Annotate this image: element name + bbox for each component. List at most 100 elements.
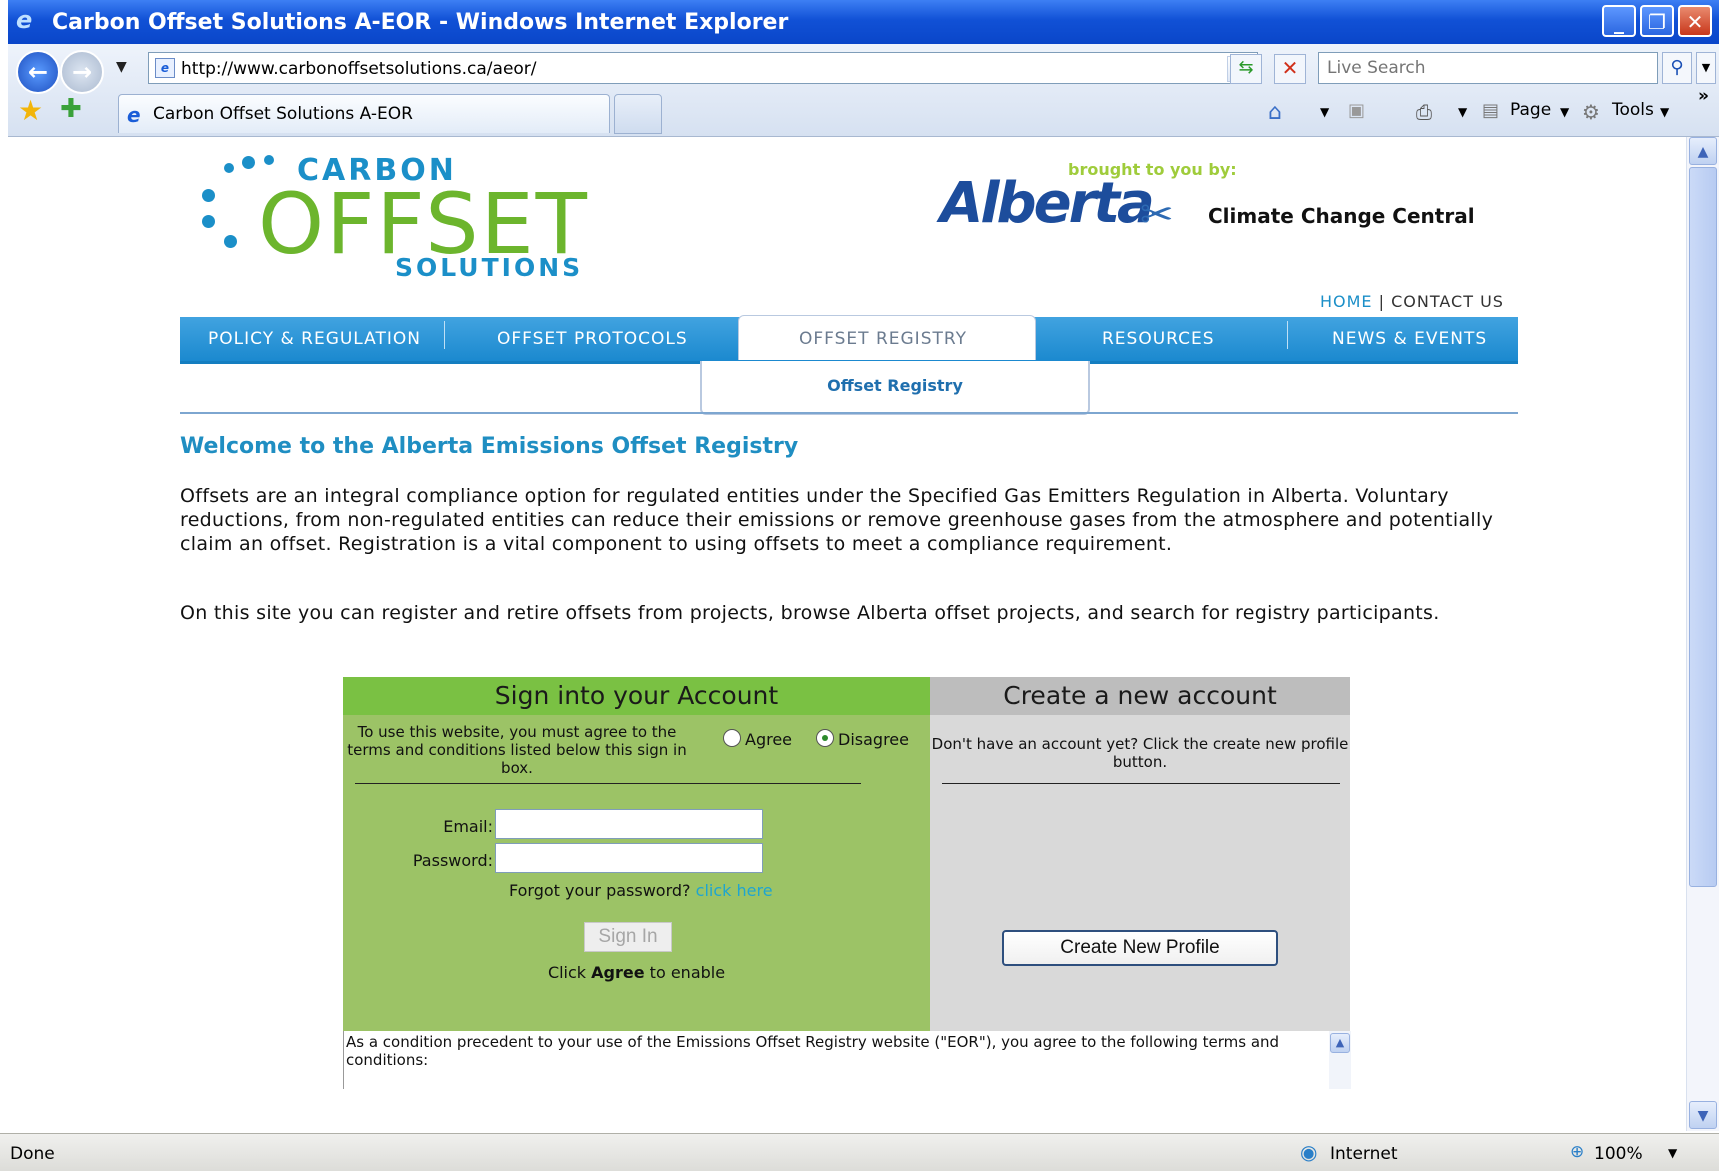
logo-dot-icon [224,235,237,248]
scroll-thumb[interactable] [1689,167,1717,887]
nav-policy-regulation[interactable]: POLICY & REGULATION [208,329,421,349]
page-scrollbar[interactable]: ▲ ▼ [1686,137,1719,1131]
scroll-up-icon[interactable]: ▲ [1689,137,1717,165]
logo-dot-icon [224,163,234,173]
page-title: Welcome to the Alberta Emissions Offset … [180,434,799,459]
feeds-icon[interactable]: ▣ [1348,100,1365,121]
close-button[interactable]: ✕ [1678,5,1712,37]
favorites-star-icon[interactable]: ★ [18,94,43,127]
history-dropdown-icon[interactable]: ▼ [116,59,127,75]
search-input[interactable] [1319,53,1615,83]
page-dropdown-icon[interactable]: ▼ [1560,105,1569,119]
tools-gear-icon[interactable]: ⚙ [1582,100,1600,124]
disagree-radio-circle-icon[interactable] [816,729,834,747]
sign-in-heading: Sign into your Account [343,677,930,715]
top-links: HOME | CONTACT US [1320,292,1504,311]
search-options-dropdown-icon[interactable]: ▼ [1696,52,1716,84]
home-dropdown-icon[interactable]: ▼ [1320,105,1329,119]
alberta-logo[interactable]: Alberta [940,171,1155,236]
password-label: Password: [412,851,493,870]
agree-radio-circle-icon[interactable] [723,729,741,747]
address-bar[interactable]: e http://www.carbonoffsetsolutions.ca/ae… [148,52,1258,84]
new-tab-button[interactable] [614,94,662,134]
stop-button[interactable]: ✕ [1274,54,1306,84]
climate-change-central-icon: ✂ [1140,192,1174,238]
agree-radio[interactable]: Agree [723,729,792,749]
subnav-offset-registry-label: Offset Registry [827,376,963,395]
tools-dropdown-icon[interactable]: ▼ [1660,105,1669,119]
address-url[interactable]: http://www.carbonoffsetsolutions.ca/aeor… [181,59,537,79]
tools-menu[interactable]: Tools [1612,100,1654,120]
sign-in-button[interactable]: Sign In [584,922,672,952]
logo-dot-icon [202,215,215,228]
scroll-down-icon[interactable]: ▼ [1689,1101,1717,1129]
sign-in-panel: Sign into your Account To use this websi… [343,677,930,1031]
intro-paragraph: Offsets are an integral compliance optio… [180,485,1494,555]
email-label: Email: [443,817,493,836]
enable-hint-agree: Agree [591,963,645,982]
zoom-dropdown-icon[interactable]: ▼ [1668,1146,1677,1160]
nav-news-events[interactable]: NEWS & EVENTS [1332,329,1487,349]
window-title: Carbon Offset Solutions A-EOR - Windows … [52,10,789,35]
sign-in-divider [355,783,861,784]
ie-logo-icon: e [16,6,33,34]
back-button[interactable]: ← [16,50,60,94]
add-favorites-icon[interactable]: ✚ [60,94,82,124]
terms-scroll-up-icon[interactable]: ▲ [1330,1033,1350,1053]
security-zone: Internet [1330,1144,1398,1164]
browser-tab-active[interactable]: e Carbon Offset Solutions A-EOR [118,94,610,133]
password-field[interactable] [495,843,763,873]
enable-hint: Click Agree to enable [343,963,930,982]
zoom-icon: ⊕ [1570,1142,1585,1162]
create-account-heading: Create a new account [930,677,1350,715]
browser-window: e Carbon Offset Solutions A-EOR - Window… [0,0,1719,1171]
enable-hint-post: to enable [644,963,726,982]
terms-box[interactable]: As a condition precedent to your use of … [343,1031,1351,1089]
page-menu-icon[interactable]: ▤ [1482,100,1499,121]
home-link[interactable]: HOME [1320,292,1373,311]
logo-dot-icon [242,156,255,169]
status-bar: Done ◉ Internet ⊕ 100% ▼ [0,1133,1719,1171]
browser-toolbar: ← → ▼ e http://www.carbonoffsetsolutions… [8,44,1719,137]
status-text: Done [10,1144,55,1164]
email-field[interactable] [495,809,763,839]
nav-resources[interactable]: RESOURCES [1102,329,1215,349]
print-icon[interactable]: ⎙ [1416,100,1432,124]
forgot-password: Forgot your password? click here [509,881,773,900]
carbon-offset-logo[interactable]: CARBON OFFSET SOLUTIONS [190,153,590,283]
print-dropdown-icon[interactable]: ▼ [1458,105,1467,119]
climate-change-central-logo[interactable]: Climate Change Central [1208,204,1475,228]
zoom-level[interactable]: 100% [1594,1144,1643,1164]
terms-text: As a condition precedent to your use of … [346,1033,1280,1069]
search-icon[interactable]: ⚲ [1662,52,1692,84]
create-account-panel: Create a new account Don't have an accou… [930,677,1350,1031]
restore-button[interactable]: ❐ [1640,5,1674,37]
nav-offset-registry[interactable]: OFFSET REGISTRY [738,315,1036,360]
nav-offset-protocols[interactable]: OFFSET PROTOCOLS [497,329,688,349]
forward-button[interactable]: → [60,50,104,94]
enable-hint-pre: Click [547,963,592,982]
terms-scrollbar[interactable]: ▲ [1329,1031,1351,1089]
title-bar: e Carbon Offset Solutions A-EOR - Window… [8,0,1719,44]
account-panel: Sign into your Account To use this websi… [343,677,1350,1031]
subnav-divider [180,412,1518,414]
click-here-link[interactable]: click here [696,881,773,900]
disagree-label: Disagree [838,730,909,749]
nav-separator [1287,321,1288,349]
search-box[interactable] [1318,52,1658,84]
agree-label: Agree [745,730,793,749]
logo-solutions-text: SOLUTIONS [395,253,584,282]
page-content: CARBON OFFSET SOLUTIONS brought to you b… [10,137,1686,1131]
main-navigation: POLICY & REGULATION OFFSET PROTOCOLS OFF… [180,315,1518,364]
more-commands-chevron-icon[interactable]: » [1698,86,1709,106]
subnav-offset-registry[interactable]: Offset Registry [700,361,1090,415]
home-icon[interactable]: ⌂ [1268,100,1282,125]
page-menu[interactable]: Page [1510,100,1551,120]
nav-offset-registry-label: OFFSET REGISTRY [799,329,967,349]
minimize-button[interactable]: _ [1602,5,1636,37]
contact-us-link[interactable]: CONTACT US [1391,292,1504,311]
create-new-profile-button[interactable]: Create New Profile [1002,930,1278,966]
refresh-button[interactable]: ⇆ [1230,54,1262,84]
page-icon: e [155,58,175,78]
disagree-radio[interactable]: Disagree [816,729,909,749]
